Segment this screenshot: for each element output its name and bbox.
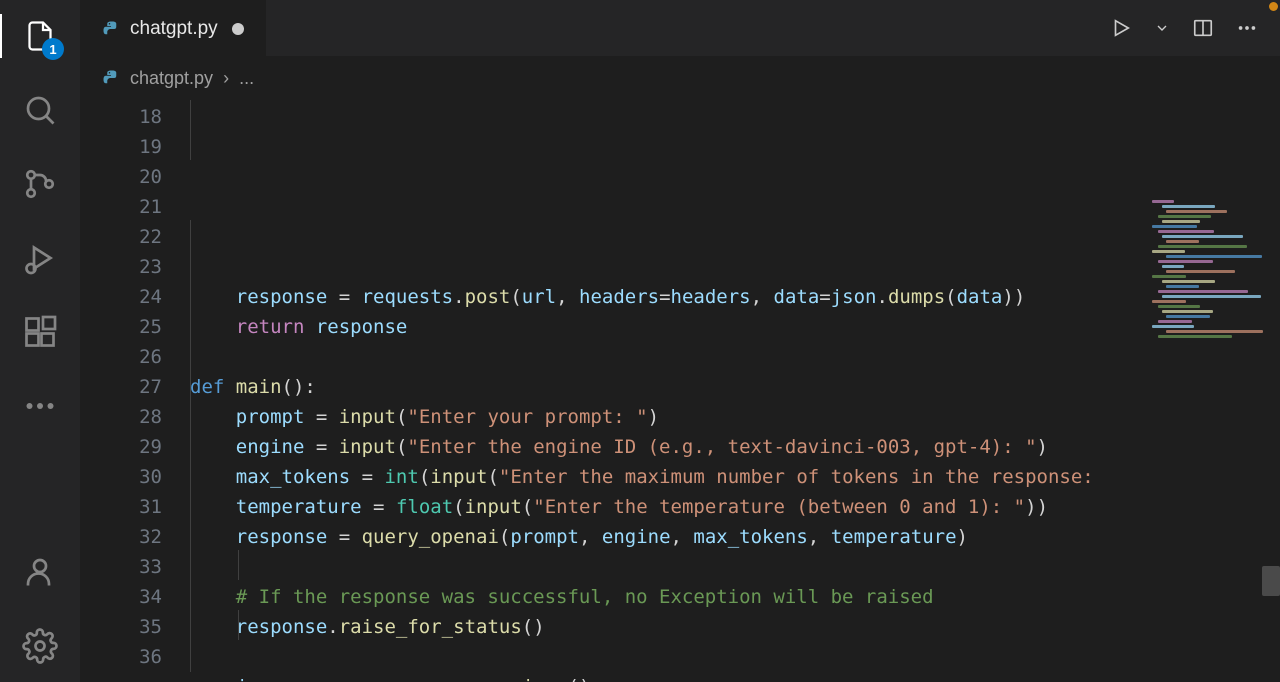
settings-gear-icon[interactable] [22,628,58,664]
code-line[interactable] [190,342,1280,372]
line-number: 29 [80,432,162,462]
code-line[interactable] [190,642,1280,672]
activity-bar: 1 [0,0,80,682]
minimap[interactable] [1150,200,1270,360]
code-line[interactable]: prompt = input("Enter your prompt: ") [190,402,1280,432]
dirty-indicator-icon [232,23,244,35]
line-number: 35 [80,612,162,642]
line-number: 18 [80,102,162,132]
breadcrumb[interactable]: chatgpt.py › ... [80,56,1280,100]
line-number: 33 [80,552,162,582]
line-number: 23 [80,252,162,282]
tab-label: chatgpt.py [130,18,218,40]
line-number: 34 [80,582,162,612]
line-number: 30 [80,462,162,492]
line-number: 32 [80,522,162,552]
python-file-icon [102,69,120,87]
code-line[interactable]: # If the response was successful, no Exc… [190,582,1280,612]
line-number-gutter: 18192021222324252627282930313233343536 [80,100,190,682]
code-line[interactable]: response.raise_for_status() [190,612,1280,642]
tab-bar: chatgpt.py [80,0,1280,56]
python-file-icon [102,20,120,38]
tab-chatgpt[interactable]: chatgpt.py [80,0,266,56]
explorer-icon[interactable]: 1 [22,18,58,54]
breadcrumb-ellipsis: ... [239,68,254,89]
extensions-icon[interactable] [22,314,58,350]
split-editor-icon[interactable] [1192,17,1214,39]
line-number: 25 [80,312,162,342]
code-line[interactable]: temperature = float(input("Enter the tem… [190,492,1280,522]
line-number: 36 [80,642,162,672]
scrollbar-thumb[interactable] [1262,566,1280,596]
explorer-badge: 1 [42,38,64,60]
more-icon[interactable] [22,388,58,424]
source-control-icon[interactable] [22,166,58,202]
run-debug-icon[interactable] [22,240,58,276]
line-number: 19 [80,132,162,162]
breadcrumb-filename: chatgpt.py [130,68,213,89]
line-number: 20 [80,162,162,192]
run-dropdown-icon[interactable] [1154,20,1170,36]
code-line[interactable]: def main(): [190,372,1280,402]
search-icon[interactable] [22,92,58,128]
line-number: 21 [80,192,162,222]
line-number: 24 [80,282,162,312]
line-number: 28 [80,402,162,432]
code-content[interactable]: response = requests.post(url, headers=he… [190,100,1280,682]
line-number: 31 [80,492,162,522]
code-line[interactable]: return response [190,312,1280,342]
code-line[interactable]: engine = input("Enter the engine ID (e.g… [190,432,1280,462]
line-number: 22 [80,222,162,252]
code-line[interactable]: response = requests.post(url, headers=he… [190,282,1280,312]
code-line[interactable]: response = query_openai(prompt, engine, … [190,522,1280,552]
editor[interactable]: 18192021222324252627282930313233343536 r… [80,100,1280,682]
modified-indicator-dot [1269,2,1278,11]
code-line[interactable] [190,552,1280,582]
editor-more-icon[interactable] [1236,17,1258,39]
line-number: 26 [80,342,162,372]
account-icon[interactable] [22,554,58,590]
main-editor-area: chatgpt.py chatgpt.py › ... 18192021222 [80,0,1280,682]
code-line[interactable]: max_tokens = int(input("Enter the maximu… [190,462,1280,492]
code-line[interactable]: json_response = response.json() [190,672,1280,682]
run-file-icon[interactable] [1110,17,1132,39]
line-number: 27 [80,372,162,402]
breadcrumb-separator: › [223,68,229,89]
